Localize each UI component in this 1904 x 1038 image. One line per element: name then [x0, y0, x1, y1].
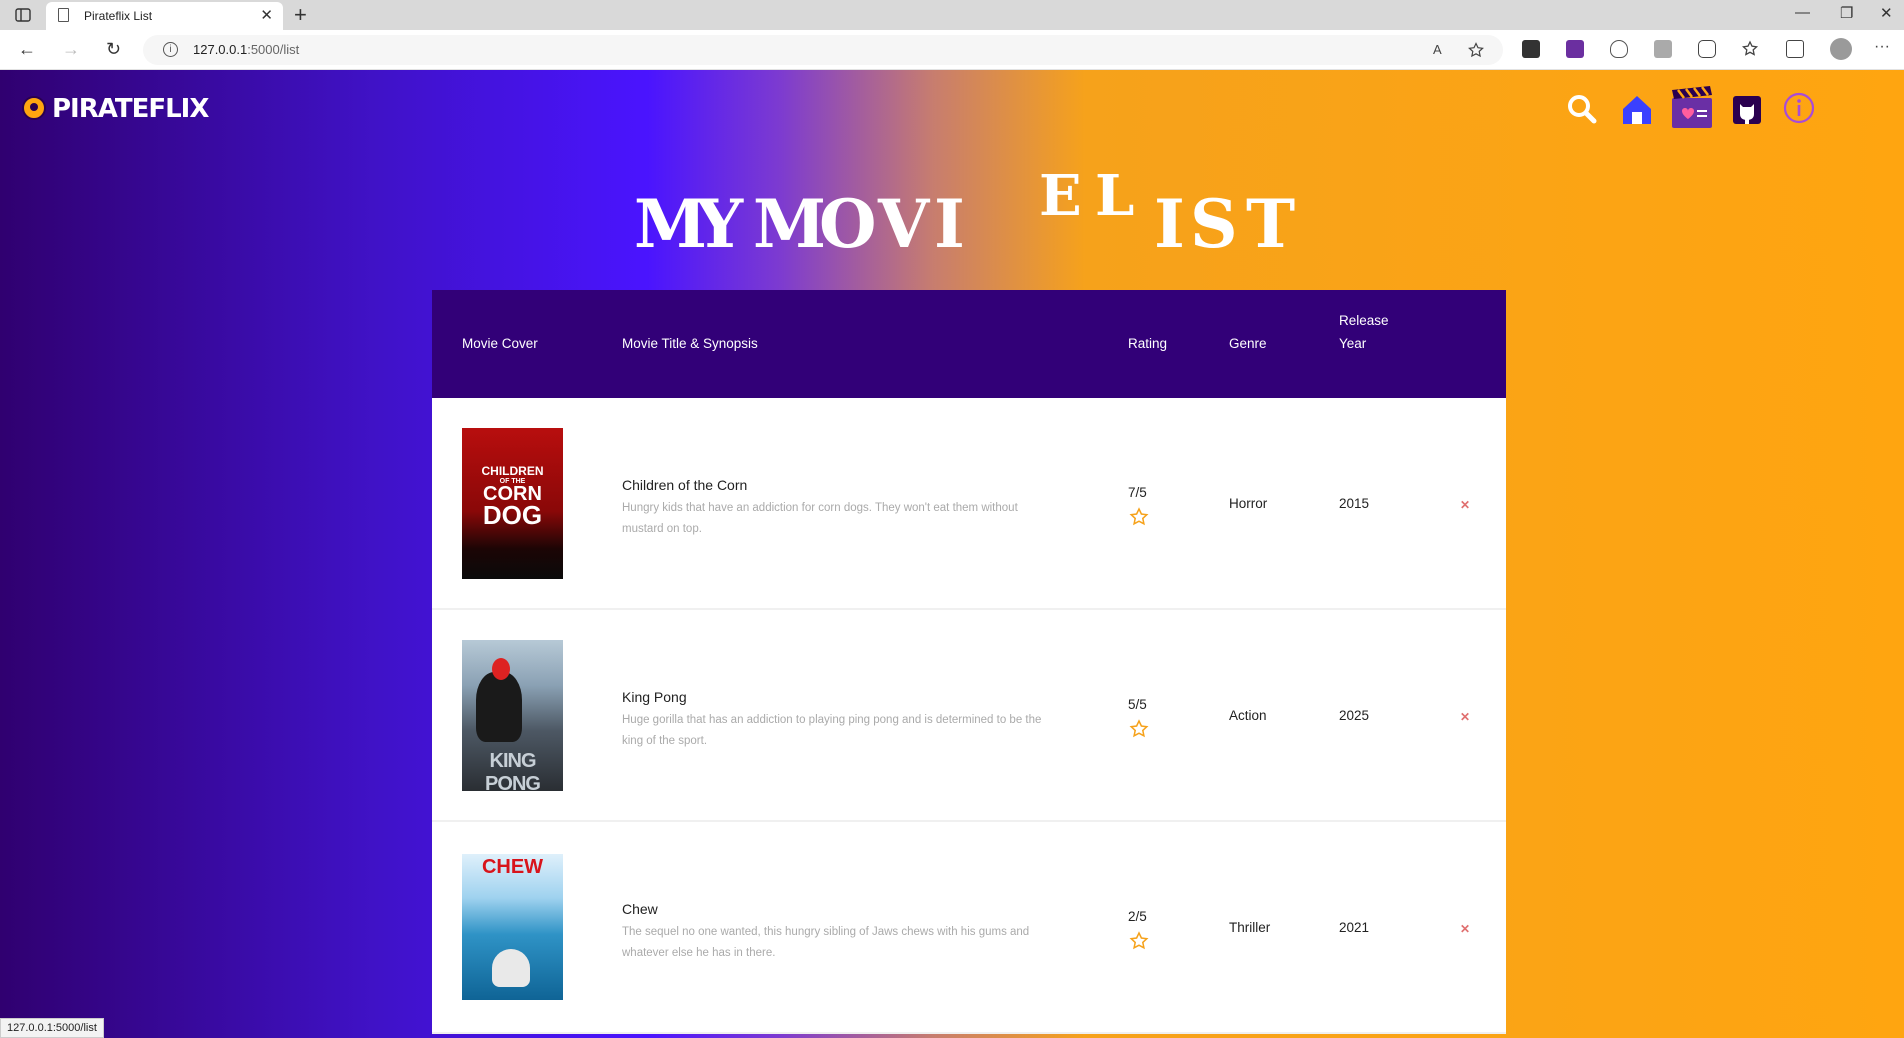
favorite-star-icon[interactable]	[1468, 42, 1484, 61]
page-title: M Y M O V I E L I S T	[634, 163, 1310, 275]
more-menu-icon[interactable]: ···	[1874, 38, 1890, 56]
movie-year: 2021	[1339, 920, 1370, 935]
movie-rating: 5/5	[1128, 697, 1147, 712]
tab-actions-icon[interactable]	[12, 5, 34, 25]
title-letter: T	[1246, 185, 1296, 263]
extensions-puzzle-icon[interactable]	[1698, 40, 1716, 58]
favorites-icon[interactable]	[1741, 40, 1760, 58]
extension-1-icon[interactable]	[1522, 40, 1540, 58]
title-letter: E	[1039, 163, 1082, 229]
delete-icon[interactable]: ✕	[1460, 710, 1470, 724]
movie-genre: Action	[1229, 708, 1267, 723]
title-letter: I	[934, 185, 965, 263]
movie-title: Chew	[622, 901, 658, 917]
restore-button[interactable]: ❐	[1840, 4, 1853, 22]
cover-text: CHEW	[481, 856, 544, 878]
minimize-button[interactable]: —	[1795, 4, 1810, 21]
title-letter: I	[1154, 185, 1185, 263]
page-icon	[58, 8, 69, 22]
movie-cover-image[interactable]: KING PONG	[462, 640, 563, 791]
header-title-synopsis: Movie Title & Synopsis	[622, 336, 758, 351]
forward-button[interactable]: →	[62, 39, 80, 60]
collections-icon[interactable]	[1786, 40, 1804, 58]
movie-cover-image[interactable]: CHILDREN OF THE CORN DOG	[462, 428, 563, 579]
cover-text: KING PONG	[485, 750, 541, 791]
movie-genre: Horror	[1229, 496, 1268, 511]
tab-title: Pirateflix List	[84, 9, 153, 23]
star-icon[interactable]	[1129, 507, 1149, 527]
shield-extension-icon[interactable]	[1610, 40, 1628, 58]
page-body: PIRATEFLIX M Y M O V I E L I S T Movie C…	[0, 70, 1904, 1038]
title-letter: L	[1095, 163, 1135, 229]
header-movie-cover: Movie Cover	[462, 336, 538, 351]
header-genre: Genre	[1229, 336, 1267, 351]
movie-cover-image[interactable]: CHEW	[462, 854, 563, 1000]
github-icon[interactable]	[1727, 90, 1767, 130]
movie-year: 2025	[1339, 708, 1370, 723]
title-letter: M	[753, 185, 827, 263]
url-text: 127.0.0.1:5000/list	[193, 42, 300, 57]
reload-button[interactable]: ↻	[106, 39, 121, 60]
cover-text: CHILDREN	[481, 464, 544, 478]
close-window-button[interactable]: ✕	[1880, 4, 1893, 22]
star-icon[interactable]	[1129, 719, 1149, 739]
delete-icon[interactable]: ✕	[1460, 498, 1470, 512]
header-release-year: Release Year	[1339, 313, 1389, 351]
extension-2-icon[interactable]	[1566, 40, 1584, 58]
title-letter: O	[819, 185, 877, 263]
title-letter: S	[1190, 185, 1238, 263]
status-bar-url: 127.0.0.1:5000/list	[0, 1018, 104, 1038]
home-icon[interactable]	[1617, 90, 1657, 130]
browser-tab[interactable]: Pirateflix List ✕	[46, 2, 283, 30]
back-button[interactable]: ←	[18, 39, 36, 60]
header-rating: Rating	[1128, 336, 1168, 351]
title-letter: V	[878, 185, 930, 263]
movie-synopsis: The sequel no one wanted, this hungry si…	[622, 926, 1030, 959]
movie-list-table: Movie Cover Movie Title & Synopsis Ratin…	[432, 290, 1506, 1034]
movie-year: 2015	[1339, 496, 1370, 511]
table-row: CHEW Chew The sequel no one wanted, this…	[432, 822, 1506, 1034]
pirate-logo-icon	[22, 96, 46, 120]
movie-title: King Pong	[622, 689, 687, 705]
movie-clapper-icon[interactable]	[1670, 84, 1714, 130]
tab-close-button[interactable]: ✕	[260, 6, 273, 24]
site-info-icon[interactable]: i	[163, 42, 178, 57]
profile-avatar-icon[interactable]	[1830, 38, 1852, 60]
cover-text: DOG	[482, 500, 543, 530]
star-icon[interactable]	[1129, 931, 1149, 951]
browser-tab-bar: Pirateflix List ✕ + — ❐ ✕	[0, 0, 1904, 30]
movie-rating: 2/5	[1128, 909, 1147, 924]
title-letter: Y	[696, 185, 744, 263]
movie-genre: Thriller	[1229, 920, 1271, 935]
movie-rating: 7/5	[1128, 485, 1147, 500]
delete-icon[interactable]: ✕	[1460, 922, 1470, 936]
extension-3-icon[interactable]	[1654, 40, 1672, 58]
search-icon[interactable]	[1563, 90, 1603, 130]
url-input[interactable]: i 127.0.0.1:5000/list A	[143, 35, 1503, 65]
table-row: CHILDREN OF THE CORN DOG Children of the…	[432, 398, 1506, 610]
info-icon[interactable]	[1779, 88, 1819, 128]
movie-synopsis: Huge gorilla that has an addiction to pl…	[622, 714, 1042, 747]
browser-address-bar: ← → ↻ i 127.0.0.1:5000/list A ···	[0, 30, 1904, 70]
table-header: Movie Cover Movie Title & Synopsis Ratin…	[432, 290, 1506, 398]
read-aloud-icon[interactable]: A	[1433, 42, 1442, 57]
logo-text: PIRATEFLIX	[52, 94, 209, 124]
new-tab-button[interactable]: +	[294, 2, 307, 28]
movie-synopsis: Hungry kids that have an addiction for c…	[622, 502, 1018, 535]
table-row: KING PONG King Pong Huge gorilla that ha…	[432, 610, 1506, 822]
movie-title: Children of the Corn	[622, 477, 748, 493]
